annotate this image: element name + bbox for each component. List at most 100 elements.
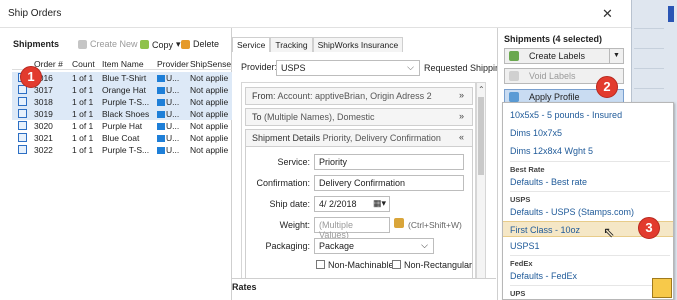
col-shipsense[interactable]: ShipSense [190, 59, 231, 69]
weight-field[interactable]: (Multiple Values) [314, 217, 390, 240]
apply-profile-icon [509, 92, 519, 102]
col-count[interactable]: Count [72, 59, 95, 69]
close-icon[interactable]: ✕ [602, 6, 613, 22]
ship-date-value: 4/ 2/2018 [319, 199, 357, 209]
to-section-header[interactable]: To (Multiple Names), Domestic » [245, 108, 473, 126]
row-shipsense: Not applie [190, 97, 229, 107]
col-provider[interactable]: Provider [157, 59, 189, 69]
menu-separator [510, 161, 670, 162]
row-count: 1 of 1 [72, 121, 94, 131]
table-row[interactable]: 3019 1 of 1 Black Shoes U... Not applie [12, 108, 232, 120]
shipment-details-section-header[interactable]: Shipment Details Priority, Delivery Conf… [245, 129, 473, 147]
shipment-row-icon [18, 145, 27, 154]
table-row[interactable]: 3016 1 of 1 Blue T-Shirt U... Not applie [12, 72, 232, 84]
row-order: 3020 [34, 121, 53, 131]
non-machinable-checkbox[interactable]: Non-Machinable [316, 260, 394, 270]
details-tabs: Service Tracking ShipWorks Insurance [232, 37, 404, 52]
create-new-button[interactable]: Create New [78, 39, 138, 49]
chevron-down-icon: ▾ [176, 39, 181, 49]
menu-item-profile[interactable]: USPS1 [503, 238, 673, 254]
row-shipsense: Not applie [190, 133, 229, 143]
row-provider: U... [157, 133, 189, 143]
row-count: 1 of 1 [72, 133, 94, 143]
scrollbar-thumb[interactable] [478, 97, 484, 175]
callout-badge-1: 1 [20, 66, 42, 88]
table-row[interactable]: 3021 1 of 1 Blue Coat U... Not applie [12, 132, 232, 144]
create-new-icon [78, 39, 87, 49]
tab-tracking[interactable]: Tracking [270, 37, 313, 52]
row-order: 3021 [34, 133, 53, 143]
row-item: Orange Hat [102, 85, 146, 95]
table-row[interactable]: 3018 1 of 1 Purple T-S... U... Not appli… [12, 96, 232, 108]
apply-profile-label: Apply Profile [529, 92, 580, 102]
row-item: Black Shoes [102, 109, 150, 119]
service-label: Service: [277, 157, 310, 167]
ship-date-field[interactable]: 4/ 2/2018 ▦▾ [314, 196, 390, 212]
row-provider: U... [157, 73, 189, 83]
chevron-down-icon[interactable]: ▼ [609, 49, 623, 63]
menu-separator [510, 255, 670, 256]
menu-item-profile[interactable]: 10x5x5 - 5 pounds - Insured [503, 107, 673, 123]
details-scrollbar[interactable]: ⌃ ⌄ [476, 82, 486, 300]
tab-service[interactable]: Service [232, 37, 271, 52]
copy-icon [140, 40, 149, 49]
menu-group-best-rate: Best Rate [510, 165, 545, 174]
row-item: Purple T-S... [102, 145, 150, 155]
packaging-label: Packaging: [265, 241, 310, 251]
table-row[interactable]: 3022 1 of 1 Purple T-S... U... Not appli… [12, 144, 232, 156]
mouse-cursor-icon: ⇖ [603, 224, 615, 240]
copy-button[interactable]: Copy ▾ [140, 39, 181, 50]
row-order: 3018 [34, 97, 53, 107]
packaging-value: Package [319, 241, 355, 251]
scale-icon[interactable] [394, 218, 404, 228]
provider-icon [157, 135, 165, 142]
shipments-grid-header: Order # Count Item Name Provider ShipSen… [12, 58, 232, 70]
row-order: 3017 [34, 85, 53, 95]
menu-item-profile[interactable]: Dims 10x7x5 [503, 125, 673, 141]
expand-icon: » [458, 111, 464, 121]
menu-item-profile[interactable]: Defaults - FedEx [503, 268, 673, 284]
confirmation-label: Confirmation: [256, 178, 310, 188]
scroll-up-icon[interactable]: ⌃ [478, 85, 485, 94]
callout-badge-3: 3 [638, 217, 660, 239]
confirmation-field[interactable]: Delivery Confirmation [314, 175, 464, 191]
resize-grip-icon[interactable] [652, 278, 672, 298]
tab-shipworks-insurance[interactable]: ShipWorks Insurance [312, 37, 404, 52]
delete-icon [181, 39, 190, 49]
title-bar: Ship Orders ✕ [0, 0, 631, 28]
packaging-select[interactable]: Package ⌵ [314, 238, 434, 254]
col-order[interactable]: Order # [34, 59, 63, 69]
delete-button[interactable]: Delete [181, 39, 219, 49]
provider-icon [157, 111, 165, 118]
provider-select[interactable]: USPS ⌵ [276, 60, 420, 76]
menu-item-profile[interactable]: Dims 12x8x4 Wght 5 [503, 143, 673, 159]
create-new-label: Create New [90, 39, 138, 49]
row-shipsense: Not applie [190, 121, 229, 131]
to-value: (Multiple Names), Domestic [264, 112, 375, 122]
table-row[interactable]: 3020 1 of 1 Purple Hat U... Not applie [12, 120, 232, 132]
provider-icon [157, 147, 165, 154]
row-shipsense: Not applie [190, 109, 229, 119]
calendar-icon[interactable]: ▦▾ [373, 198, 386, 209]
non-rectangular-checkbox[interactable]: Non-Rectangular [392, 260, 472, 270]
window-title: Ship Orders [8, 8, 62, 19]
menu-separator [510, 285, 670, 286]
menu-item-profile[interactable]: Defaults - Best rate [503, 174, 673, 190]
row-count: 1 of 1 [72, 85, 94, 95]
row-provider: U... [157, 121, 189, 131]
from-section-header[interactable]: From: Account: apptiveBrian, Origin Adre… [245, 87, 473, 105]
row-order: 3019 [34, 109, 53, 119]
shipment-row-icon [18, 133, 27, 142]
shipment-row-icon [18, 121, 27, 130]
collapse-icon: « [458, 132, 464, 142]
create-labels-button[interactable]: Create Labels ▼ [504, 48, 624, 64]
void-labels-label: Void Labels [529, 71, 576, 81]
shipments-panel: Shipments Create New Copy ▾ Delete Order… [0, 28, 232, 300]
delete-label: Delete [193, 39, 220, 49]
details-scroll-area[interactable]: From: Account: apptiveBrian, Origin Adre… [241, 82, 476, 300]
col-item-name[interactable]: Item Name [102, 59, 144, 69]
table-row[interactable]: 3017 1 of 1 Orange Hat U... Not applie [12, 84, 232, 96]
row-item: Blue Coat [102, 133, 140, 143]
service-field[interactable]: Priority [314, 154, 464, 170]
row-count: 1 of 1 [72, 97, 94, 107]
